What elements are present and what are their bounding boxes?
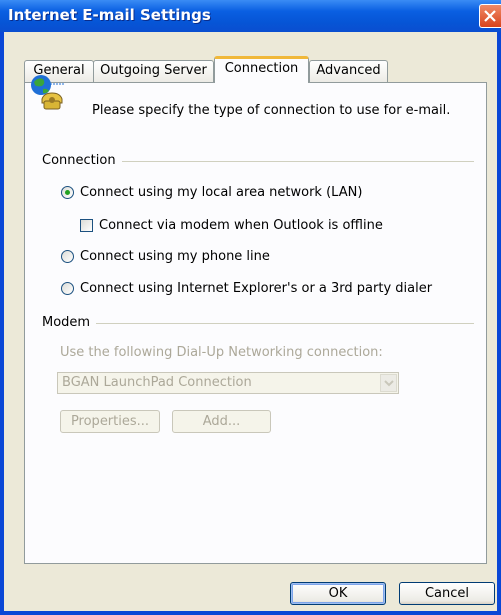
dialup-connection-select[interactable]: BGAN LaunchPad Connection [57, 372, 399, 394]
connection-globe-phone-icon [31, 75, 64, 110]
checkbox-modem-offline-control[interactable] [80, 219, 93, 232]
tab-outgoing-server[interactable]: Outgoing Server [93, 60, 214, 82]
properties-button[interactable]: Properties... [60, 410, 160, 433]
dialup-connection-value: BGAN LaunchPad Connection [62, 375, 252, 390]
radio-phone-control[interactable] [61, 250, 74, 263]
dialup-label: Use the following Dial-Up Networking con… [60, 345, 383, 360]
close-button[interactable] [479, 4, 501, 28]
close-icon [484, 10, 496, 22]
checkbox-modem-offline-label[interactable]: Connect via modem when Outlook is offlin… [99, 218, 383, 234]
tab-connection[interactable]: Connection [214, 56, 309, 83]
title-bar[interactable]: Internet E-mail Settings [0, 0, 501, 32]
tab-advanced[interactable]: Advanced [309, 60, 388, 82]
radio-ie-dialer-label[interactable]: Connect using Internet Explorer's or a 3… [80, 281, 432, 297]
dialup-dropdown-button[interactable] [380, 374, 397, 392]
chevron-down-icon [384, 380, 394, 387]
radio-selected-dot [65, 190, 70, 195]
dialog-window: Internet E-mail Settings General Outgoin… [0, 0, 501, 615]
modem-group-label: Modem [42, 315, 97, 330]
intro-text: Please specify the type of connection to… [92, 103, 451, 118]
radio-lan-control[interactable] [61, 186, 74, 199]
radio-lan-label[interactable]: Connect using my local area network (LAN… [80, 185, 362, 201]
connection-group-label: Connection [42, 153, 122, 168]
window-title: Internet E-mail Settings [8, 6, 211, 24]
add-button[interactable]: Add... [172, 410, 271, 433]
modem-group-line [42, 323, 474, 324]
ok-button[interactable]: OK [290, 582, 386, 605]
window-bottom-border [0, 611, 501, 615]
cancel-button[interactable]: Cancel [399, 582, 495, 605]
radio-phone-label[interactable]: Connect using my phone line [80, 249, 270, 265]
radio-ie-dialer-control[interactable] [61, 282, 74, 295]
